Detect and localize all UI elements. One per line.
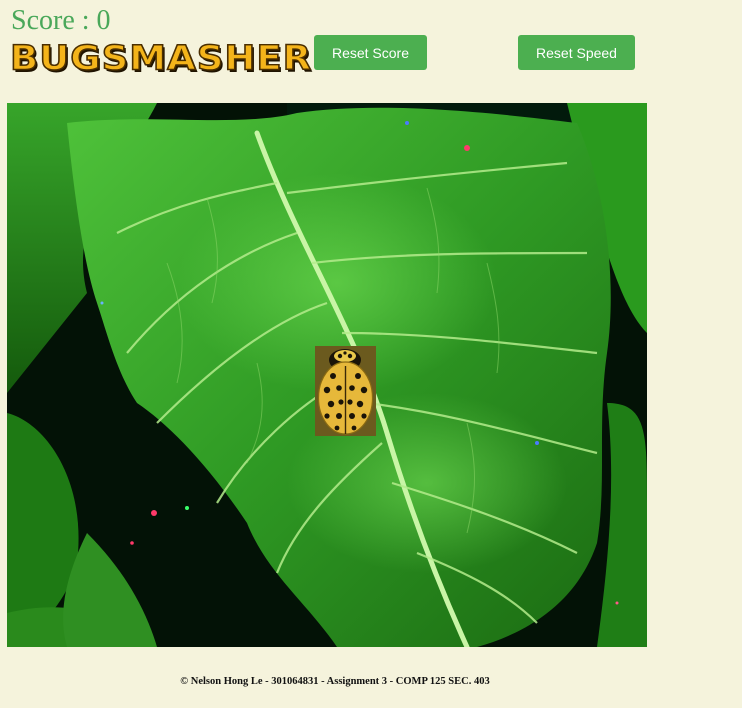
ladybug-icon — [315, 346, 376, 436]
reset-score-button[interactable]: Reset Score — [314, 35, 427, 70]
bugsmasher-logo: BUGSMASHER — [9, 37, 313, 78]
bug-target[interactable] — [315, 346, 376, 436]
score-display: Score : 0 — [11, 5, 111, 36]
footer-credit: © Nelson Hong Le - 301064831 - Assignmen… — [180, 676, 490, 687]
reset-speed-button[interactable]: Reset Speed — [518, 35, 635, 70]
game-canvas[interactable] — [7, 103, 647, 647]
